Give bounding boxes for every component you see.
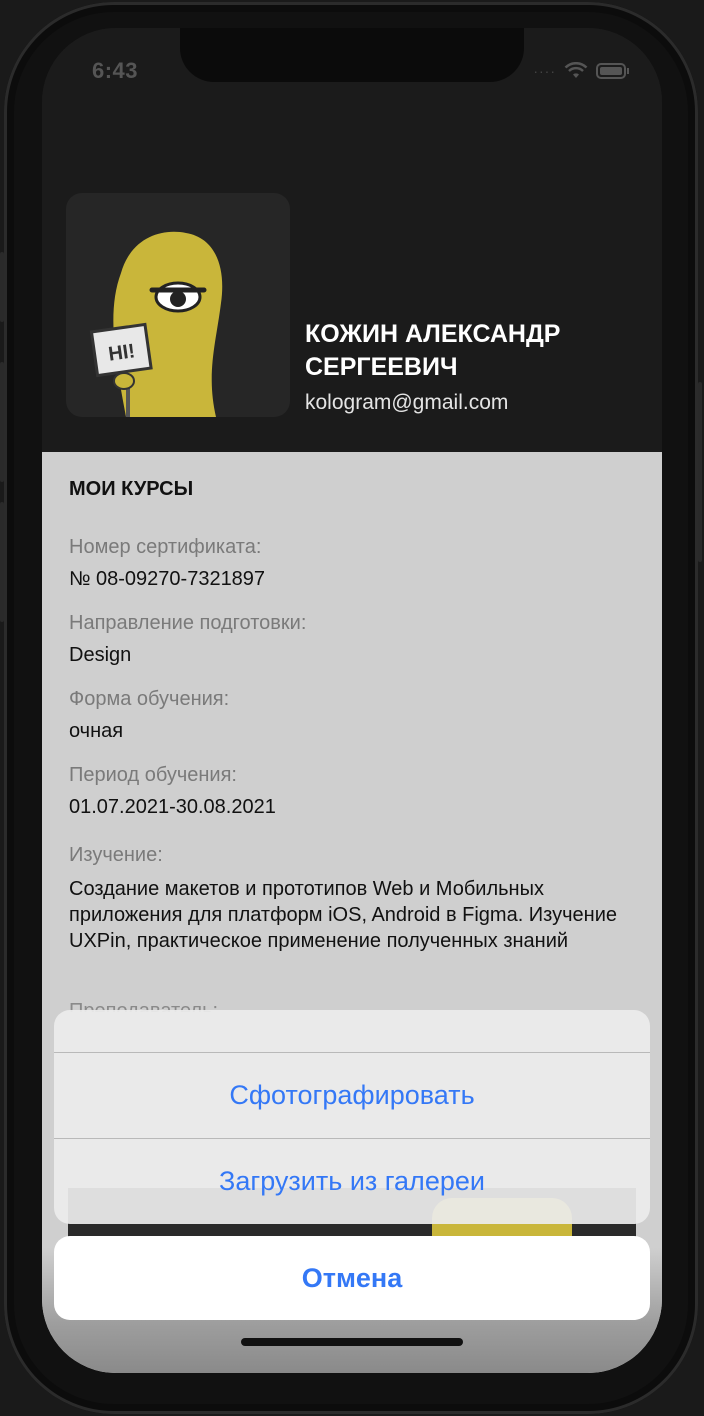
direction-label: Направление подготовки: — [69, 612, 307, 634]
certificate-value: № 08-09270-7321897 — [69, 568, 266, 590]
battery-icon — [596, 63, 630, 79]
profile-header: HI! КОЖИН АЛЕКСАНДР СЕРГЕЕВИЧ kologram@g… — [42, 28, 662, 452]
upload-from-gallery-button[interactable]: Загрузить из галереи — [54, 1139, 650, 1224]
study-label: Изучение: — [69, 844, 163, 866]
period-label: Период обучения: — [69, 764, 237, 786]
status-icons: ···· — [533, 62, 630, 80]
profile-name: КОЖИН АЛЕКСАНДР СЕРГЕЕВИЧ — [305, 320, 561, 381]
avatar-sign-text: HI! — [107, 340, 136, 365]
signal-icon: ···· — [533, 63, 556, 79]
notch — [180, 28, 524, 82]
action-sheet: Сфотографировать Загрузить из галереи — [54, 1010, 650, 1224]
avatar[interactable]: HI! — [66, 193, 290, 417]
power-button — [698, 382, 702, 562]
direction-value: Design — [69, 644, 132, 666]
status-time: 6:43 — [92, 58, 139, 83]
study-value: Создание макетов и прототипов Web и Моби… — [69, 878, 618, 952]
profile-email: kologram@gmail.com — [305, 391, 509, 414]
action-sheet-header — [54, 1010, 650, 1053]
mute-switch — [0, 252, 4, 322]
screen: HI! КОЖИН АЛЕКСАНДР СЕРГЕЕВИЧ kologram@g… — [42, 28, 662, 1373]
study-form-label: Форма обучения: — [69, 688, 230, 710]
period-value: 01.07.2021-30.08.2021 — [69, 796, 276, 818]
home-indicator[interactable] — [241, 1338, 463, 1346]
monster-illustration: HI! — [89, 231, 223, 417]
volume-up-button — [0, 362, 4, 482]
cancel-button[interactable]: Отмена — [54, 1236, 650, 1320]
study-form-value: очная — [69, 720, 124, 742]
volume-down-button — [0, 502, 4, 622]
section-title: МОИ КУРСЫ — [69, 478, 194, 500]
wifi-icon — [564, 62, 588, 80]
take-photo-button[interactable]: Сфотографировать — [54, 1053, 650, 1139]
certificate-label: Номер сертификата: — [69, 536, 262, 558]
